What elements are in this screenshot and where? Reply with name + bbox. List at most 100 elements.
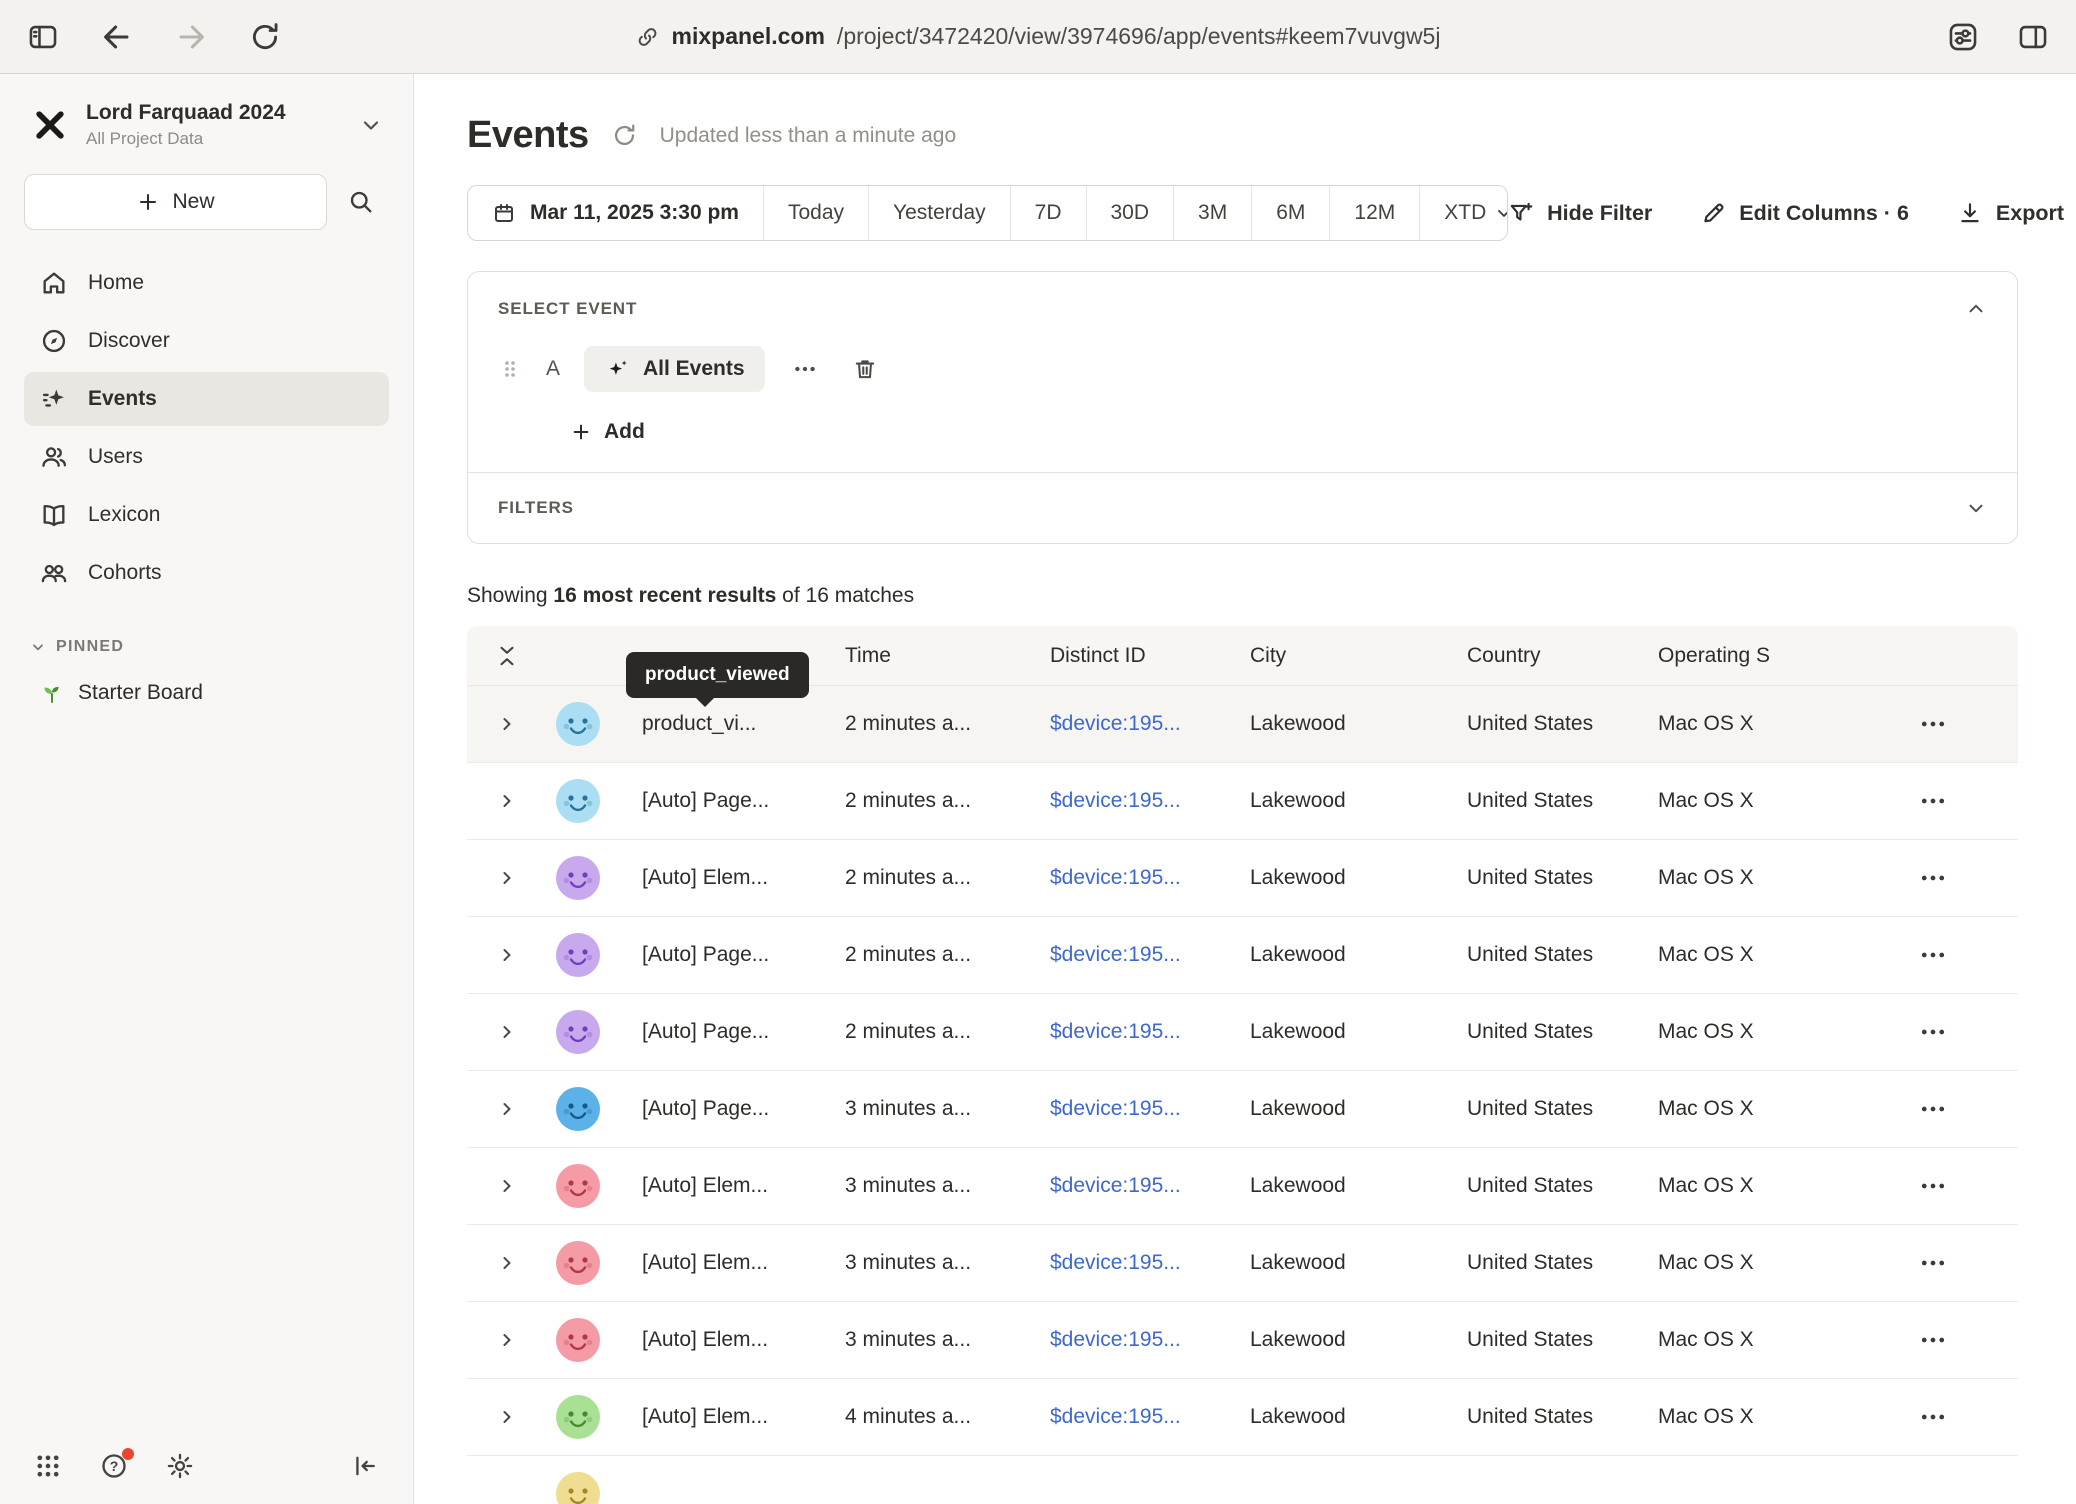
browser-sidebar-toggle-icon[interactable] (26, 20, 60, 54)
row-menu-icon[interactable] (1918, 786, 1948, 816)
distinct-id-link[interactable]: $device:195... (1050, 1097, 1250, 1121)
address-bar[interactable]: mixpanel.com/project/3472420/view/397469… (636, 23, 1441, 50)
search-button[interactable] (333, 174, 389, 230)
event-name[interactable]: [Auto] Page... (642, 789, 845, 813)
range-7d[interactable]: 7D (1010, 186, 1086, 240)
expand-row-icon[interactable] (497, 791, 517, 811)
column-header-country[interactable]: Country (1467, 644, 1658, 668)
sidebar-item-discover[interactable]: Discover (24, 314, 389, 368)
range-30d[interactable]: 30D (1086, 186, 1174, 240)
expand-section-icon[interactable] (1965, 497, 1987, 519)
row-menu-icon[interactable] (1918, 1402, 1948, 1432)
table-row[interactable]: [Auto] Elem... 3 minutes a... $device:19… (467, 1148, 2018, 1225)
reload-icon[interactable] (248, 20, 282, 54)
column-header-city[interactable]: City (1250, 644, 1467, 668)
event-name[interactable]: [Auto] Elem... (642, 1174, 845, 1198)
collapse-section-icon[interactable] (1965, 298, 1987, 320)
event-name[interactable]: [Auto] Elem... (642, 1328, 845, 1352)
event-name[interactable]: [Auto] Page... (642, 943, 845, 967)
event-name[interactable]: [Auto] Page... (642, 1097, 845, 1121)
help-button[interactable]: ? (100, 1452, 128, 1480)
expand-row-icon[interactable] (497, 1022, 517, 1042)
range-3m[interactable]: 3M (1173, 186, 1251, 240)
table-row-partial[interactable] (467, 1456, 2018, 1504)
table-row[interactable]: [Auto] Elem... 4 minutes a... $device:19… (467, 1379, 2018, 1456)
project-switcher[interactable]: Lord Farquaad 2024 All Project Data (24, 94, 389, 174)
expand-row-icon[interactable] (497, 714, 517, 734)
distinct-id-link[interactable]: $device:195... (1050, 943, 1250, 967)
event-name[interactable]: [Auto] Page... (642, 1020, 845, 1044)
page-settings-icon[interactable] (1946, 20, 1980, 54)
event-name[interactable]: product_vi... (642, 712, 845, 736)
row-menu-icon[interactable] (1918, 1325, 1948, 1355)
expand-row-icon[interactable] (497, 1099, 517, 1119)
event-name[interactable]: [Auto] Elem... (642, 1405, 845, 1429)
delete-event-button[interactable] (845, 349, 885, 389)
drag-handle-icon[interactable] (498, 357, 522, 381)
table-row[interactable]: [Auto] Page... 2 minutes a... $device:19… (467, 917, 2018, 994)
sidebar-item-cohorts[interactable]: Cohorts (24, 546, 389, 600)
row-menu-icon[interactable] (1918, 863, 1948, 893)
expand-row-icon[interactable] (497, 1330, 517, 1350)
distinct-id-link[interactable]: $device:195... (1050, 1405, 1250, 1429)
sidebar-item-lexicon[interactable]: Lexicon (24, 488, 389, 542)
range-xtd-dropdown[interactable]: XTD (1419, 186, 1508, 240)
event-name[interactable]: [Auto] Elem... (642, 1251, 845, 1275)
sidebar-item-home[interactable]: Home (24, 256, 389, 310)
edit-columns-button[interactable]: Edit Columns · 6 (1700, 200, 1909, 226)
distinct-id-link[interactable]: $device:195... (1050, 1174, 1250, 1198)
forward-icon[interactable] (174, 20, 208, 54)
event-name[interactable]: [Auto] Elem... (642, 866, 845, 890)
table-row[interactable]: [Auto] Elem... 2 minutes a... $device:19… (467, 840, 2018, 917)
column-header-distinct-id[interactable]: Distinct ID (1050, 644, 1250, 668)
link-icon (636, 25, 660, 49)
range-12m[interactable]: 12M (1329, 186, 1419, 240)
sidebar-item-events[interactable]: Events (24, 372, 389, 426)
row-menu-icon[interactable] (1918, 940, 1948, 970)
expand-row-icon[interactable] (497, 868, 517, 888)
distinct-id-link[interactable]: $device:195... (1050, 712, 1250, 736)
distinct-id-link[interactable]: $device:195... (1050, 1251, 1250, 1275)
pinned-section-header[interactable]: PINNED (30, 638, 383, 656)
back-icon[interactable] (100, 20, 134, 54)
new-button[interactable]: New (24, 174, 327, 230)
distinct-id-link[interactable]: $device:195... (1050, 1020, 1250, 1044)
split-view-icon[interactable] (2016, 20, 2050, 54)
column-header-os[interactable]: Operating S (1658, 644, 1848, 668)
expand-row-icon[interactable] (497, 945, 517, 965)
export-button[interactable]: Export (1957, 200, 2064, 226)
distinct-id-link[interactable]: $device:195... (1050, 789, 1250, 813)
apps-grid-icon[interactable] (34, 1452, 62, 1480)
distinct-id-link[interactable]: $device:195... (1050, 866, 1250, 890)
table-row[interactable]: [Auto] Page... 2 minutes a... $device:19… (467, 763, 2018, 840)
row-menu-icon[interactable] (1918, 1017, 1948, 1047)
expand-row-icon[interactable] (497, 1253, 517, 1273)
distinct-id-link[interactable]: $device:195... (1050, 1328, 1250, 1352)
settings-gear-icon[interactable] (166, 1452, 194, 1480)
table-row[interactable]: [Auto] Elem... 3 minutes a... $device:19… (467, 1225, 2018, 1302)
event-options-button[interactable] (785, 349, 825, 389)
sidebar-item-users[interactable]: Users (24, 430, 389, 484)
range-today[interactable]: Today (763, 186, 868, 240)
hide-filter-button[interactable]: Hide Filter (1508, 200, 1652, 226)
row-menu-icon[interactable] (1918, 1171, 1948, 1201)
row-menu-icon[interactable] (1918, 1248, 1948, 1278)
table-row[interactable]: [Auto] Elem... 3 minutes a... $device:19… (467, 1302, 2018, 1379)
event-selector-chip[interactable]: All Events (584, 346, 765, 392)
date-picker-button[interactable]: Mar 11, 2025 3:30 pm (468, 186, 763, 240)
refresh-icon[interactable] (611, 122, 638, 149)
sidebar-item-starter-board[interactable]: Starter Board (24, 668, 389, 718)
collapse-sidebar-icon[interactable] (351, 1452, 379, 1480)
expand-row-icon[interactable] (497, 1176, 517, 1196)
add-event-button[interactable]: Add (570, 420, 645, 444)
table-row[interactable]: [Auto] Page... 3 minutes a... $device:19… (467, 1071, 2018, 1148)
range-6m[interactable]: 6M (1251, 186, 1329, 240)
table-row[interactable]: [Auto] Page... 2 minutes a... $device:19… (467, 994, 2018, 1071)
range-yesterday[interactable]: Yesterday (868, 186, 1010, 240)
sidebar-item-label: Home (88, 271, 144, 295)
column-header-time[interactable]: Time (845, 644, 1050, 668)
row-menu-icon[interactable] (1918, 1094, 1948, 1124)
expand-row-icon[interactable] (497, 1407, 517, 1427)
row-menu-icon[interactable] (1918, 709, 1948, 739)
collapse-all-rows-icon[interactable] (494, 643, 520, 669)
